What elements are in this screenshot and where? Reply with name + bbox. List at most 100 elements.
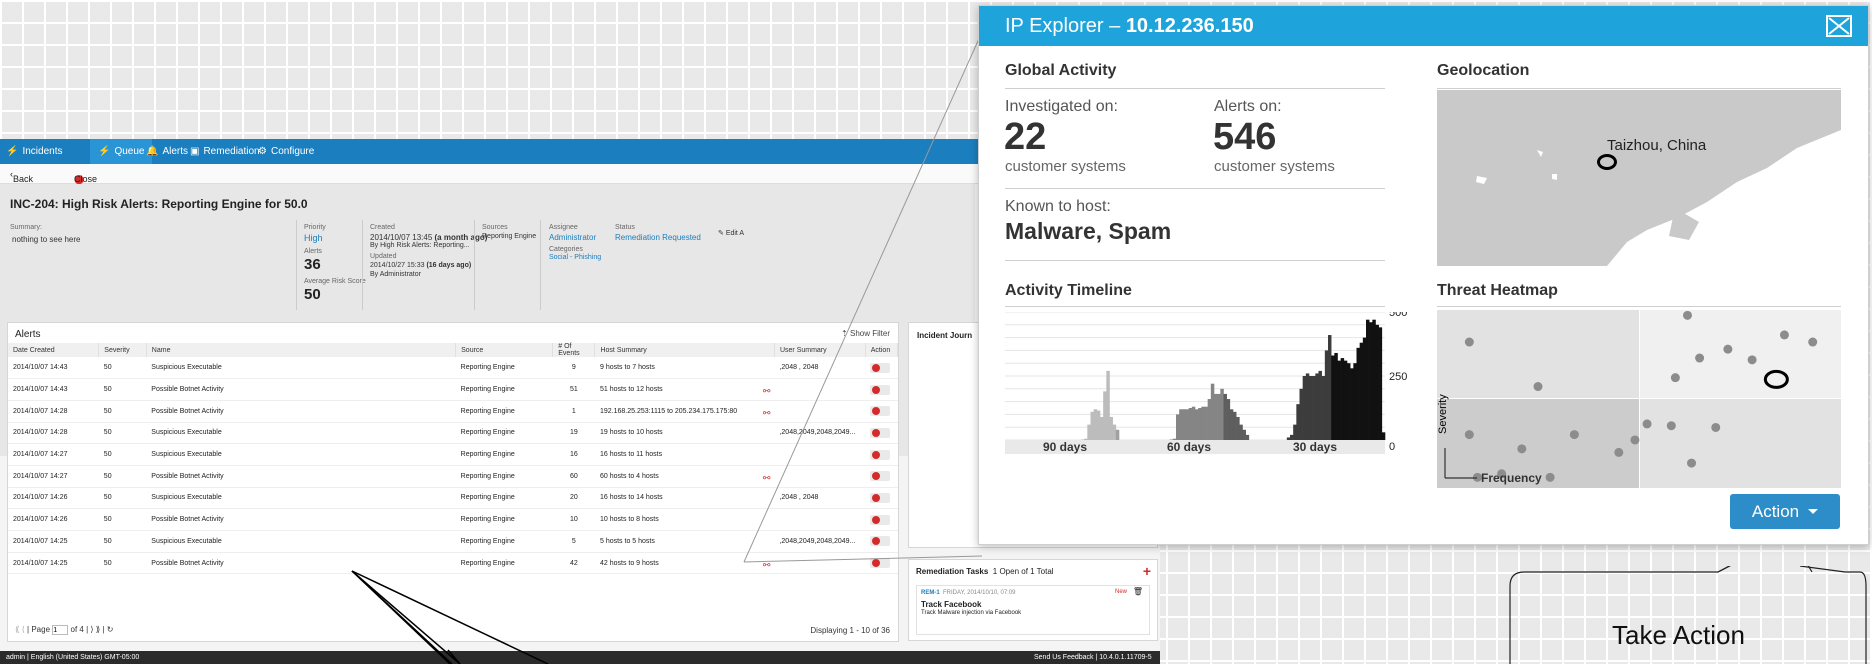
heatmap-point[interactable] bbox=[1464, 430, 1474, 440]
activity-timeline-title: Activity Timeline bbox=[1005, 282, 1132, 299]
timeline-bar bbox=[1356, 347, 1360, 440]
timeline-bar bbox=[1353, 363, 1357, 440]
divider bbox=[1005, 306, 1385, 307]
heatmap-cell bbox=[1640, 399, 1841, 488]
timeline-bar bbox=[1182, 409, 1186, 440]
investigated-value: 22 bbox=[1004, 116, 1047, 158]
timeline-bar bbox=[1179, 409, 1183, 440]
timeline-bar bbox=[1210, 383, 1215, 440]
timeline-bar bbox=[1214, 393, 1218, 440]
timeline-bar bbox=[1229, 409, 1234, 440]
timeline-bar bbox=[1087, 424, 1091, 440]
timeline-bar bbox=[1312, 376, 1316, 440]
heatmap-point[interactable] bbox=[1642, 419, 1652, 429]
timeline-bar bbox=[1293, 424, 1297, 440]
timeline-bar bbox=[1337, 360, 1341, 440]
known-to-host-label: Known to host: bbox=[1005, 198, 1111, 215]
geolocation-title: Geolocation bbox=[1437, 62, 1530, 79]
heatmap-point[interactable] bbox=[1630, 435, 1640, 445]
timeline-bar bbox=[1185, 409, 1189, 440]
heatmap-point[interactable] bbox=[1614, 447, 1624, 457]
timeline-bar bbox=[1233, 411, 1237, 440]
timeline-bar bbox=[1217, 393, 1221, 440]
timeline-bar bbox=[1103, 391, 1107, 440]
heatmap-point[interactable] bbox=[1464, 337, 1474, 347]
heatmap-point[interactable] bbox=[1682, 310, 1692, 320]
timeline-bar bbox=[1226, 399, 1231, 440]
heatmap-cell bbox=[1640, 310, 1841, 398]
timeline-bar bbox=[1359, 342, 1364, 440]
heatmap-point[interactable] bbox=[1711, 422, 1721, 432]
divider bbox=[1437, 306, 1841, 307]
heatmap-point[interactable] bbox=[1808, 337, 1818, 347]
heatmap-point[interactable] bbox=[1779, 330, 1789, 340]
timeline-bar bbox=[1321, 376, 1326, 440]
close-icon[interactable] bbox=[1826, 15, 1852, 37]
timeline-y-tick: 0 bbox=[1389, 441, 1395, 453]
alerts-on-sub: customer systems bbox=[1214, 158, 1335, 175]
timeline-bar bbox=[1340, 358, 1345, 440]
timeline-bar bbox=[1324, 350, 1329, 440]
ip-explorer-dialog: IP Explorer – 10.12.236.150 Global Activ… bbox=[978, 5, 1869, 545]
timeline-y-tick: 500 bbox=[1389, 312, 1407, 319]
pointer-line bbox=[351, 570, 461, 664]
timeline-bar bbox=[1245, 434, 1250, 440]
timeline-bar bbox=[1331, 355, 1335, 440]
activity-timeline-chart: 500 250 0 90 days 60 days 30 days bbox=[1005, 312, 1407, 454]
timeline-bar bbox=[1236, 416, 1240, 440]
timeline-bar bbox=[1343, 360, 1348, 440]
timeline-bar bbox=[1112, 424, 1117, 440]
timeline-bar bbox=[1188, 408, 1193, 440]
timeline-bar bbox=[1305, 373, 1310, 440]
timeline-bar bbox=[1115, 429, 1120, 440]
timeline-bar bbox=[1239, 424, 1243, 440]
heatmap-point[interactable] bbox=[1687, 458, 1697, 468]
timeline-bar bbox=[1220, 388, 1224, 440]
connector-line bbox=[743, 555, 983, 563]
heatmap-point[interactable] bbox=[1517, 444, 1527, 454]
timeline-bar bbox=[1328, 335, 1332, 440]
timeline-y-tick: 250 bbox=[1389, 371, 1407, 383]
timeline-bar bbox=[1093, 409, 1098, 440]
action-dropdown-button[interactable]: Action bbox=[1730, 494, 1840, 529]
known-to-host-value: Malware, Spam bbox=[1005, 218, 1172, 244]
heatmap-point[interactable] bbox=[1723, 344, 1733, 354]
timeline-bar bbox=[1106, 370, 1110, 440]
timeline-bar bbox=[1366, 319, 1370, 440]
timeline-bar bbox=[1369, 322, 1373, 440]
geolocation-map[interactable]: Taizhou, China bbox=[1437, 90, 1841, 266]
timeline-bar bbox=[1350, 368, 1354, 440]
timeline-bar bbox=[1315, 373, 1319, 440]
divider bbox=[1437, 88, 1841, 89]
pointer-line bbox=[351, 570, 453, 664]
connector-line bbox=[743, 31, 983, 563]
heatmap-x-label: Frequency bbox=[1481, 471, 1542, 485]
dialog-header: IP Explorer – 10.12.236.150 bbox=[979, 6, 1868, 46]
timeline-bar bbox=[1204, 406, 1208, 440]
map-shapes bbox=[1437, 90, 1841, 266]
timeline-bar bbox=[1201, 406, 1205, 440]
heatmap-point[interactable] bbox=[1569, 430, 1579, 440]
heatmap-point[interactable] bbox=[1670, 373, 1680, 383]
heatmap-point[interactable] bbox=[1747, 355, 1757, 365]
timeline-bar bbox=[1347, 363, 1351, 440]
timeline-bar bbox=[1378, 327, 1383, 440]
timeline-bar bbox=[1100, 416, 1104, 440]
dialog-title: IP Explorer – 10.12.236.150 bbox=[1005, 15, 1254, 37]
heatmap-point[interactable] bbox=[1666, 421, 1676, 431]
investigated-label: Investigated on: bbox=[1005, 98, 1118, 115]
close-x-glyph bbox=[1828, 17, 1850, 35]
global-activity-title: Global Activity bbox=[1005, 62, 1117, 79]
timeline-bar bbox=[1362, 337, 1367, 440]
timeline-bar bbox=[1242, 429, 1246, 440]
timeline-x-label: 30 days bbox=[1293, 440, 1337, 454]
timeline-bar bbox=[1195, 409, 1199, 440]
timeline-bar bbox=[1223, 393, 1227, 440]
heatmap-point[interactable] bbox=[1533, 382, 1543, 392]
timeline-bar bbox=[1334, 352, 1338, 440]
heatmap-point[interactable] bbox=[1695, 353, 1705, 363]
heatmap-y-label: Severity bbox=[1437, 394, 1449, 434]
location-marker[interactable] bbox=[1597, 154, 1617, 170]
heatmap-point[interactable] bbox=[1545, 472, 1555, 482]
alerts-on-value: 546 bbox=[1213, 116, 1277, 158]
